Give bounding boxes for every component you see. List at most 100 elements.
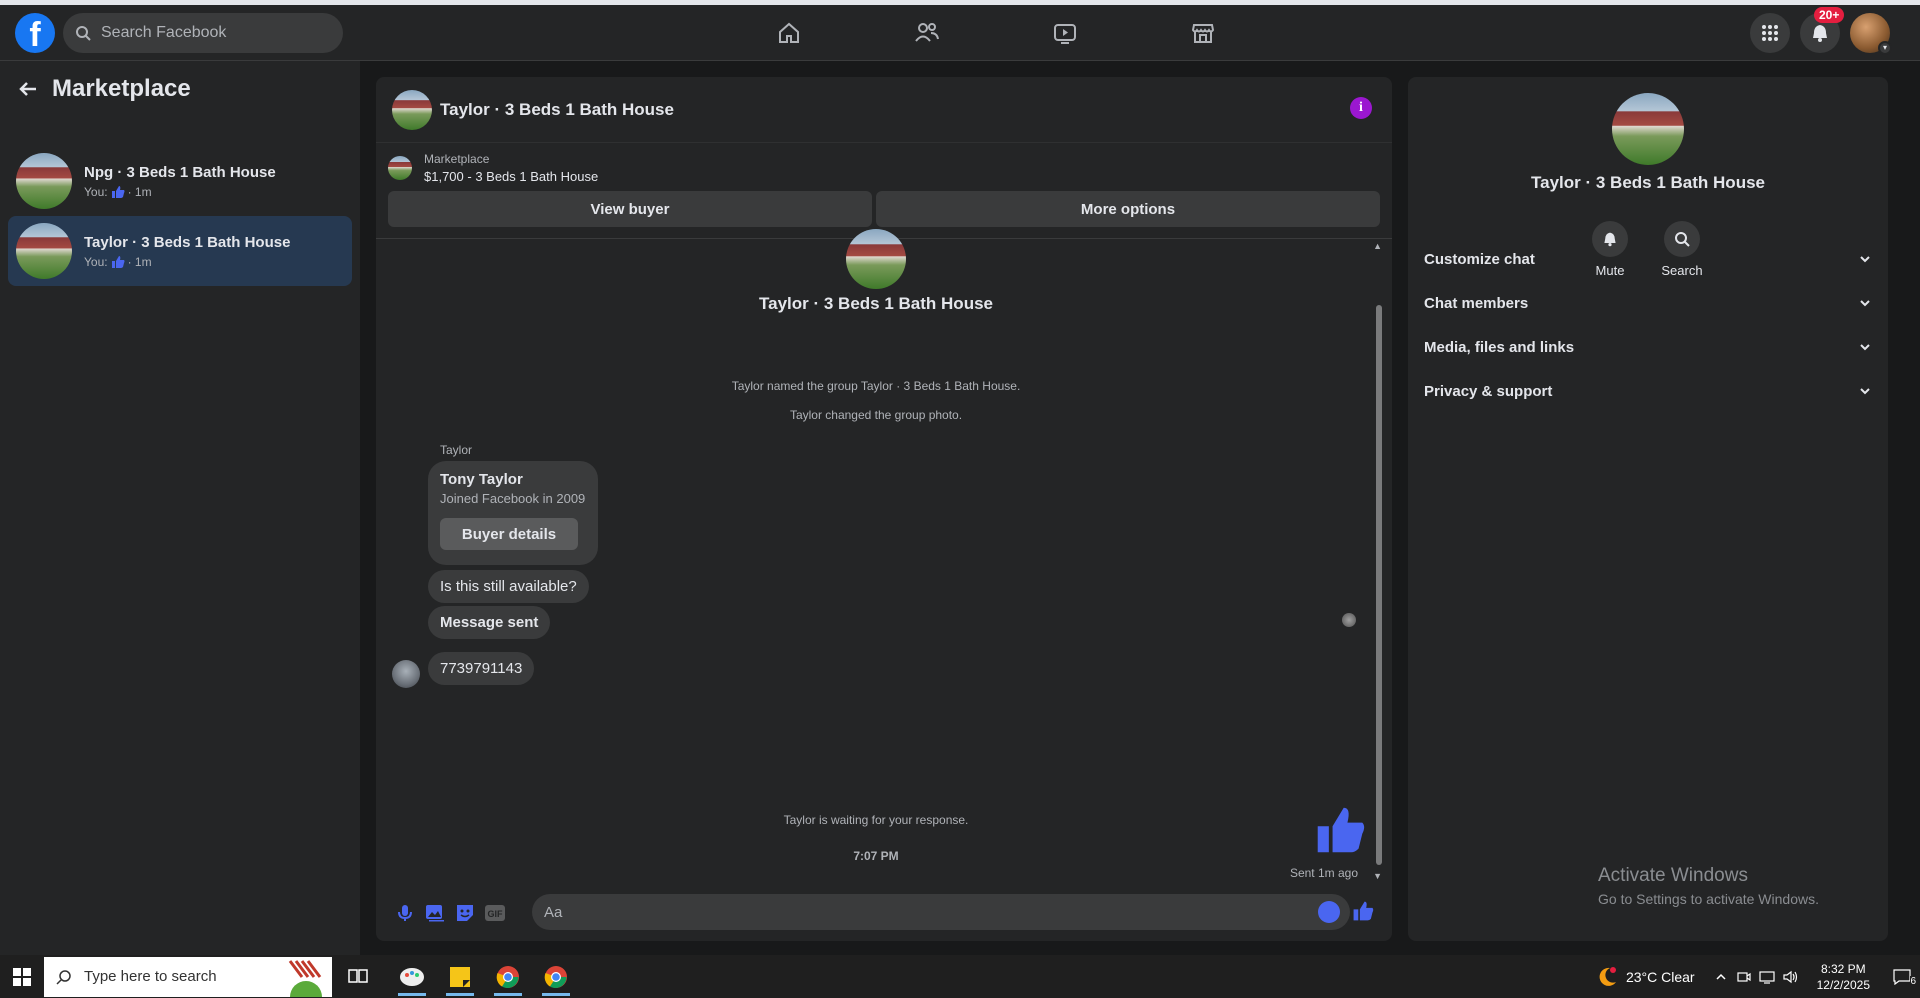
group-photo[interactable] bbox=[1612, 93, 1684, 165]
nav-home-icon[interactable] bbox=[720, 13, 858, 53]
marketplace-inbox-sidebar: Marketplace Npg · 3 Beds 1 Bath House Yo… bbox=[0, 61, 360, 955]
info-icon[interactable]: i bbox=[1350, 97, 1372, 119]
buyer-name: Tony Taylor bbox=[440, 471, 523, 488]
taskbar-app-chrome-icon[interactable] bbox=[486, 955, 530, 998]
large-thumbs-up-icon bbox=[1317, 807, 1365, 853]
weather-text: 23°C Clear bbox=[1625, 968, 1695, 985]
activate-windows-watermark: Activate Windows Go to Settings to activ… bbox=[1598, 865, 1819, 907]
system-message: Taylor changed the group photo. bbox=[789, 408, 963, 422]
section-label: Chat members bbox=[1424, 294, 1529, 312]
taskbar-app-sticky-notes-icon[interactable] bbox=[438, 955, 482, 998]
facebook-logo-icon[interactable]: f bbox=[15, 13, 55, 54]
marketplace-label: Marketplace bbox=[424, 152, 490, 166]
privacy-support-section[interactable]: Privacy & support bbox=[1424, 371, 1872, 411]
windows-start-icon[interactable] bbox=[0, 955, 44, 998]
group-photo bbox=[846, 229, 906, 289]
chat-members-section[interactable]: Chat members bbox=[1424, 283, 1872, 323]
scroll-up-arrow-icon[interactable]: ▲ bbox=[1373, 241, 1382, 251]
chevron-down-icon bbox=[1860, 388, 1870, 395]
back-arrow-icon[interactable] bbox=[18, 79, 38, 99]
message-input[interactable]: Aa bbox=[532, 894, 1350, 930]
chat-header-photo[interactable] bbox=[392, 89, 432, 130]
customize-chat-section[interactable]: Customize chat bbox=[1424, 239, 1872, 279]
clock-time: 8:32 PM bbox=[1820, 961, 1866, 976]
thread-scrollbar[interactable] bbox=[1376, 305, 1382, 865]
message-thread[interactable]: Taylor · 3 Beds 1 Bath House Taylor name… bbox=[376, 229, 1392, 884]
facebook-search-input[interactable]: Search Facebook bbox=[63, 13, 343, 53]
system-tray: 23°C Clear 8:32 PM 12/2/2025 6 bbox=[1596, 955, 1920, 998]
nav-watch-icon[interactable] bbox=[996, 13, 1134, 53]
sender-name: Taylor bbox=[440, 443, 473, 457]
clock-date: 12/2/2025 bbox=[1816, 977, 1870, 992]
chat-title[interactable]: Taylor · 3 Beds 1 Bath House bbox=[440, 100, 674, 120]
meet-now-icon[interactable] bbox=[1737, 970, 1751, 984]
thumbs-up-icon bbox=[111, 185, 125, 198]
info-title: Taylor · 3 Beds 1 Bath House bbox=[1531, 173, 1765, 192]
microphone-icon[interactable] bbox=[390, 898, 420, 928]
photo-attach-icon[interactable] bbox=[420, 898, 450, 928]
listing-title: $1,700 - 3 Beds 1 Bath House bbox=[424, 169, 599, 184]
taskbar-clock[interactable]: 8:32 PM 12/2/2025 bbox=[1817, 961, 1870, 993]
sidebar-title: Marketplace bbox=[52, 75, 191, 102]
conversation-title: Npg · 3 Beds 1 Bath House bbox=[84, 163, 276, 181]
buyer-details-button[interactable]: Buyer details bbox=[440, 518, 578, 550]
view-buyer-button[interactable]: View buyer bbox=[388, 191, 872, 227]
chevron-down-icon: ▾ bbox=[1878, 41, 1892, 55]
message-bubble[interactable]: 7739791143 bbox=[428, 652, 535, 685]
chat-header: Taylor · 3 Beds 1 Bath House i bbox=[376, 77, 1392, 143]
sticker-icon[interactable] bbox=[450, 898, 480, 928]
message-bubble[interactable]: Is this still available? bbox=[428, 570, 589, 603]
network-icon[interactable] bbox=[1759, 970, 1775, 984]
chevron-down-icon bbox=[1860, 300, 1870, 307]
conversation-title: Taylor · 3 Beds 1 Bath House bbox=[84, 233, 291, 251]
emoji-icon[interactable] bbox=[1318, 901, 1340, 923]
menu-grid-icon[interactable] bbox=[1750, 13, 1790, 53]
taskbar-app-chrome-profile-icon[interactable] bbox=[534, 955, 578, 998]
message-composer: GIF Aa bbox=[376, 884, 1392, 941]
more-options-button[interactable]: More options bbox=[876, 191, 1380, 227]
section-label: Privacy & support bbox=[1424, 382, 1553, 400]
seen-avatar bbox=[1342, 613, 1356, 627]
tray-chevron-up-icon[interactable] bbox=[1715, 971, 1727, 983]
section-label: Media, files and links bbox=[1424, 338, 1575, 356]
weather-moon-icon bbox=[1599, 966, 1616, 986]
conversation-item[interactable]: Npg · 3 Beds 1 Bath House You: · 1m bbox=[8, 146, 352, 216]
taskbar-search-placeholder: Type here to search bbox=[84, 968, 217, 985]
send-like-icon[interactable] bbox=[1352, 900, 1374, 922]
top-navigation-bar: f Search Facebook 20+ ▾ bbox=[0, 5, 1920, 61]
conversation-time: · 1m bbox=[127, 254, 152, 269]
message-bubble[interactable]: Message sent bbox=[428, 606, 551, 639]
weather-widget[interactable]: 23°C Clear bbox=[1596, 966, 1695, 988]
search-icon bbox=[76, 26, 91, 41]
scroll-down-arrow-icon[interactable]: ▼ bbox=[1373, 871, 1382, 881]
conversation-time: · 1m bbox=[127, 184, 152, 199]
message-timestamp: 7:07 PM bbox=[853, 849, 899, 863]
action-center-icon[interactable]: 6 bbox=[1884, 968, 1920, 987]
volume-icon[interactable] bbox=[1783, 970, 1799, 984]
conversation-item-active[interactable]: Taylor · 3 Beds 1 Bath House You: · 1m bbox=[8, 216, 352, 286]
thumbs-up-icon bbox=[111, 255, 125, 268]
listing-thumbnail bbox=[388, 156, 412, 180]
gif-icon[interactable]: GIF bbox=[480, 898, 510, 928]
message-input-placeholder: Aa bbox=[544, 903, 563, 921]
chevron-down-icon bbox=[1860, 256, 1870, 263]
waiting-status: Taylor is waiting for your response. bbox=[783, 813, 969, 827]
group-name: Taylor · 3 Beds 1 Bath House bbox=[759, 294, 993, 313]
chat-panel: Taylor · 3 Beds 1 Bath House i Marketpla… bbox=[376, 77, 1392, 941]
media-files-links-section[interactable]: Media, files and links bbox=[1424, 327, 1872, 367]
windows-taskbar: Type here to search 23°C Clear 8:32 PM 1… bbox=[0, 955, 1920, 998]
page-scrollbar[interactable] bbox=[1903, 61, 1920, 955]
watermark-title: Activate Windows bbox=[1598, 865, 1748, 886]
taskbar-app-paint-icon[interactable] bbox=[390, 955, 434, 998]
notifications-bell-icon[interactable]: 20+ bbox=[1800, 7, 1845, 53]
nav-marketplace-icon[interactable] bbox=[1134, 13, 1272, 53]
task-view-icon[interactable] bbox=[336, 955, 380, 998]
taskbar-search-input[interactable]: Type here to search bbox=[44, 956, 332, 997]
search-placeholder: Search Facebook bbox=[101, 24, 227, 41]
conversation-sender: You: bbox=[84, 254, 108, 269]
notification-badge: 20+ bbox=[1814, 7, 1845, 23]
sender-avatar[interactable] bbox=[392, 660, 420, 688]
account-avatar[interactable]: ▾ bbox=[1850, 13, 1892, 55]
nav-friends-icon[interactable] bbox=[858, 13, 996, 53]
listing-summary[interactable]: Marketplace $1,700 - 3 Beds 1 Bath House bbox=[388, 151, 598, 185]
